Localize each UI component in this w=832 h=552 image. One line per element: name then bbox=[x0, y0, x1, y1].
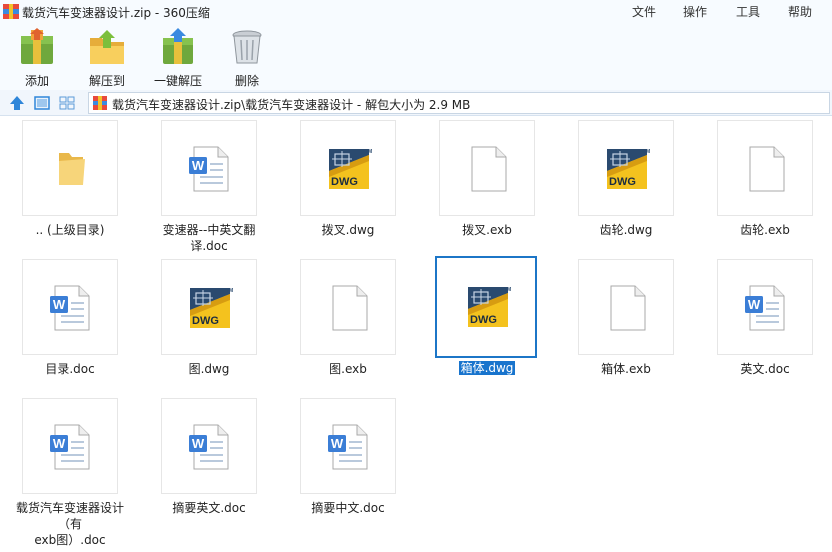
folder-icon bbox=[47, 145, 95, 193]
file-thumbnail bbox=[22, 398, 118, 494]
word-doc-icon bbox=[325, 423, 373, 471]
address-path: 载货汽车变速器设计.zip\载货汽车变速器设计 - 解包大小为 2.9 MB bbox=[112, 98, 471, 112]
file-name: 目录.doc bbox=[45, 362, 95, 376]
file-name: 摘要中文.doc bbox=[311, 501, 385, 515]
file-item[interactable]: 摘要中文.doc bbox=[285, 398, 411, 518]
file-name: 载货汽车变速器设计（有 exb图）.doc bbox=[15, 501, 124, 547]
file-thumbnail bbox=[435, 256, 537, 358]
file-name: 拨叉.dwg bbox=[321, 223, 375, 237]
file-grid: .. (上级目录) 变速器--中英文翻译.doc 拨叉.dwg 拨叉.exb 齿… bbox=[0, 117, 832, 552]
menu-file[interactable]: 文件 bbox=[632, 3, 656, 20]
file-thumbnail bbox=[300, 398, 396, 494]
blank-file-icon bbox=[742, 145, 790, 193]
add-archive-icon bbox=[21, 28, 53, 64]
file-item-parent-dir[interactable]: .. (上级目录) bbox=[7, 120, 133, 240]
zip-archive-icon bbox=[93, 96, 107, 110]
file-item[interactable]: 箱体.exb bbox=[563, 259, 689, 379]
word-doc-icon bbox=[742, 284, 790, 332]
file-thumbnail bbox=[578, 120, 674, 216]
up-arrow-icon[interactable] bbox=[8, 94, 26, 112]
title-bar: 载货汽车变速器设计.zip - 360压缩 文件 操作 工具 帮助 bbox=[0, 0, 832, 24]
file-thumbnail bbox=[161, 259, 257, 355]
file-name: 英文.doc bbox=[740, 362, 790, 376]
file-thumbnail bbox=[578, 259, 674, 355]
menu-help[interactable]: 帮助 bbox=[788, 3, 812, 20]
one-click-extract-button[interactable]: 一键解压 bbox=[150, 28, 206, 88]
file-thumbnail bbox=[300, 120, 396, 216]
file-item[interactable]: 齿轮.dwg bbox=[563, 120, 689, 240]
file-thumbnail bbox=[717, 120, 813, 216]
file-thumbnail bbox=[439, 120, 535, 216]
file-name: 箱体.dwg bbox=[458, 361, 516, 375]
file-name: 变速器--中英文翻译.doc bbox=[162, 223, 256, 253]
file-item[interactable]: 图.dwg bbox=[146, 259, 272, 379]
file-item[interactable]: 图.exb bbox=[285, 259, 411, 379]
one-click-extract-label: 一键解压 bbox=[153, 74, 202, 88]
file-name: .. (上级目录) bbox=[35, 223, 105, 237]
dwg-file-icon bbox=[603, 145, 651, 193]
app-logo-icon bbox=[3, 4, 19, 19]
extract-to-button[interactable]: 解压到 bbox=[84, 28, 130, 88]
delete-label: 删除 bbox=[234, 74, 259, 88]
file-item[interactable]: 齿轮.exb bbox=[702, 120, 828, 240]
file-item[interactable]: 拨叉.dwg bbox=[285, 120, 411, 240]
file-item[interactable]: 目录.doc bbox=[7, 259, 133, 379]
file-item[interactable]: 载货汽车变速器设计（有 exb图）.doc bbox=[7, 398, 133, 547]
file-thumbnail bbox=[161, 120, 257, 216]
file-name: 图.exb bbox=[329, 362, 367, 376]
blank-file-icon bbox=[325, 284, 373, 332]
trash-bin-icon bbox=[232, 30, 262, 64]
word-doc-icon bbox=[47, 284, 95, 332]
extract-folder-icon bbox=[90, 30, 124, 64]
file-item[interactable]: 拨叉.exb bbox=[424, 120, 550, 240]
file-name: 图.dwg bbox=[188, 362, 230, 376]
file-item[interactable]: 英文.doc bbox=[702, 259, 828, 379]
file-item[interactable]: 摘要英文.doc bbox=[146, 398, 272, 518]
file-thumbnail bbox=[22, 120, 118, 216]
file-name: 摘要英文.doc bbox=[172, 501, 246, 515]
word-doc-icon bbox=[186, 423, 234, 471]
menu-operation[interactable]: 操作 bbox=[683, 3, 707, 20]
one-click-extract-icon bbox=[163, 28, 193, 64]
file-name: 拨叉.exb bbox=[462, 223, 512, 237]
window-title: 载货汽车变速器设计.zip - 360压缩 bbox=[22, 6, 210, 20]
address-row: 载货汽车变速器设计.zip\载货汽车变速器设计 - 解包大小为 2.9 MB bbox=[0, 90, 832, 116]
address-bar[interactable]: 载货汽车变速器设计.zip\载货汽车变速器设计 - 解包大小为 2.9 MB bbox=[88, 92, 830, 114]
extract-to-label: 解压到 bbox=[88, 74, 125, 88]
dwg-file-icon bbox=[186, 284, 234, 332]
menu-tools[interactable]: 工具 bbox=[736, 3, 760, 20]
file-thumbnail bbox=[22, 259, 118, 355]
file-name: 齿轮.dwg bbox=[599, 223, 653, 237]
toolbar: 添加 解压到 一键解压 删除 bbox=[0, 24, 832, 90]
file-item[interactable]: 变速器--中英文翻译.doc bbox=[146, 120, 272, 253]
blank-file-icon bbox=[464, 145, 512, 193]
dwg-file-icon bbox=[325, 145, 373, 193]
file-name: 齿轮.exb bbox=[740, 223, 790, 237]
file-thumbnail bbox=[300, 259, 396, 355]
add-button[interactable]: 添加 bbox=[14, 28, 60, 88]
large-icon-view-icon[interactable] bbox=[33, 94, 51, 112]
file-thumbnail bbox=[717, 259, 813, 355]
blank-file-icon bbox=[603, 284, 651, 332]
word-doc-icon bbox=[47, 423, 95, 471]
list-view-icon[interactable] bbox=[58, 94, 76, 112]
add-label: 添加 bbox=[24, 74, 49, 88]
delete-button[interactable]: 删除 bbox=[226, 28, 268, 88]
word-doc-icon bbox=[186, 145, 234, 193]
file-thumbnail bbox=[161, 398, 257, 494]
file-name: 箱体.exb bbox=[601, 362, 651, 376]
file-item-selected[interactable]: 箱体.dwg bbox=[421, 256, 547, 380]
dwg-file-icon bbox=[464, 283, 512, 331]
